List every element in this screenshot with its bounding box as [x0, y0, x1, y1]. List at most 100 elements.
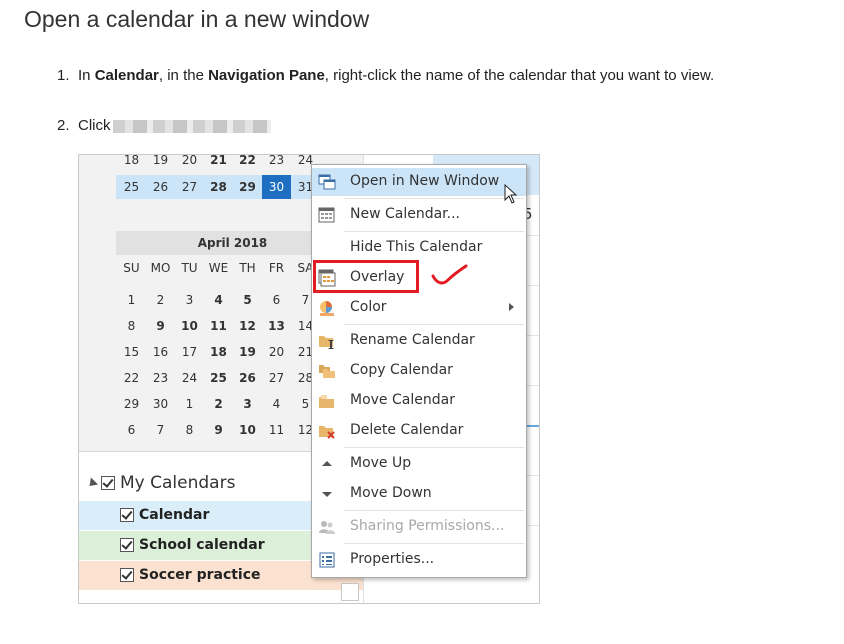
menu-item-label: Rename Calendar: [350, 332, 475, 348]
checkbox[interactable]: [101, 476, 115, 490]
menu-item-open-new-window[interactable]: Open in New Window: [312, 168, 526, 196]
step-text: Click: [78, 117, 111, 134]
day-cell[interactable]: 13: [262, 315, 291, 337]
day-cell[interactable]: 2: [204, 393, 233, 415]
day-cell[interactable]: 26: [146, 176, 175, 198]
day-cell[interactable]: 9: [146, 315, 175, 337]
day-cell[interactable]: 18: [117, 155, 146, 171]
menu-item-hide-calendar[interactable]: Hide This Calendar: [312, 234, 526, 262]
submenu-arrow-icon: [509, 303, 514, 311]
day-cell[interactable]: 30: [146, 393, 175, 415]
menu-item-label: Hide This Calendar: [350, 239, 483, 255]
menu-item-new-calendar[interactable]: New Calendar...: [312, 201, 526, 229]
context-menu: Open in New Window New Calendar... Hide …: [311, 164, 527, 578]
group-label: My Calendars: [120, 473, 236, 493]
day-cell[interactable]: 6: [262, 289, 291, 311]
day-cell[interactable]: 9: [204, 419, 233, 441]
day-cell-selected[interactable]: 30: [262, 176, 291, 198]
step-number: 2.: [57, 117, 70, 134]
day-cell[interactable]: 27: [175, 176, 204, 198]
checkbox[interactable]: [120, 508, 134, 522]
day-cell[interactable]: 22: [233, 155, 262, 171]
day-cell[interactable]: 8: [117, 315, 146, 337]
checkbox[interactable]: [120, 538, 134, 552]
day-cell[interactable]: 5: [233, 289, 262, 311]
menu-item-label: Copy Calendar: [350, 362, 453, 378]
collapse-triangle-icon[interactable]: [85, 476, 99, 490]
menu-item-label: Delete Calendar: [350, 422, 464, 438]
weekday-label: FR: [268, 261, 285, 275]
menu-item-copy-calendar[interactable]: Copy Calendar: [312, 357, 526, 385]
my-calendars-group[interactable]: My Calendars: [85, 473, 236, 493]
day-cell[interactable]: 16: [146, 341, 175, 363]
scrollbar-corner[interactable]: [341, 583, 359, 601]
day-cell[interactable]: 4: [204, 289, 233, 311]
menu-separator: [344, 447, 524, 448]
day-cell[interactable]: 15: [117, 341, 146, 363]
day-cell[interactable]: 19: [146, 155, 175, 171]
day-cell[interactable]: 19: [233, 341, 262, 363]
day-cell[interactable]: 18: [204, 341, 233, 363]
step-text: , right-click the name of the calendar t…: [324, 67, 715, 84]
arrow-down-icon: [322, 492, 332, 497]
menu-item-move-down[interactable]: Move Down: [312, 480, 526, 508]
calendar-item-label: School calendar: [139, 537, 265, 553]
checkbox[interactable]: [120, 568, 134, 582]
menu-separator: [344, 543, 524, 544]
menu-item-label: New Calendar...: [350, 206, 461, 222]
menu-item-delete-calendar[interactable]: Delete Calendar: [312, 417, 526, 445]
day-cell[interactable]: 25: [204, 367, 233, 389]
day-cell[interactable]: 1: [175, 393, 204, 415]
day-cell[interactable]: 25: [117, 176, 146, 198]
menu-item-move-calendar[interactable]: Move Calendar: [312, 387, 526, 415]
menu-item-label: Open in New Window: [350, 173, 500, 189]
day-cell[interactable]: 4: [262, 393, 291, 415]
calendar-item-label: Soccer practice: [139, 567, 261, 583]
day-cell[interactable]: 21: [204, 155, 233, 171]
day-cell[interactable]: 28: [204, 176, 233, 198]
day-cell[interactable]: 3: [175, 289, 204, 311]
day-cell[interactable]: 17: [175, 341, 204, 363]
menu-item-rename-calendar[interactable]: Rename Calendar: [312, 327, 526, 355]
new-calendar-icon: [318, 207, 335, 223]
day-cell[interactable]: 8: [175, 419, 204, 441]
day-cell[interactable]: 29: [117, 393, 146, 415]
step-2: 2. Click: [57, 117, 271, 134]
day-cell[interactable]: 7: [146, 419, 175, 441]
weekday-label: TH: [239, 261, 256, 275]
step-bold-nav-pane: Navigation Pane: [208, 67, 325, 84]
weekday-label: TU: [181, 261, 198, 275]
day-cell[interactable]: 29: [233, 176, 262, 198]
day-cell[interactable]: 6: [117, 419, 146, 441]
menu-item-color[interactable]: Color: [312, 294, 526, 322]
move-folder-icon: [319, 395, 334, 408]
day-cell[interactable]: 11: [204, 315, 233, 337]
menu-item-sharing-permissions[interactable]: Sharing Permissions...: [312, 513, 526, 541]
menu-item-label: Properties...: [350, 551, 435, 567]
day-cell[interactable]: 22: [117, 367, 146, 389]
day-cell[interactable]: 27: [262, 367, 291, 389]
day-cell[interactable]: 3: [233, 393, 262, 415]
menu-separator: [344, 231, 524, 232]
day-cell[interactable]: 2: [146, 289, 175, 311]
day-cell[interactable]: 11: [262, 419, 291, 441]
day-cell[interactable]: 26: [233, 367, 262, 389]
day-cell[interactable]: 1: [117, 289, 146, 311]
day-cell[interactable]: 12: [233, 315, 262, 337]
menu-item-label: Move Down: [350, 485, 432, 501]
menu-separator: [344, 198, 524, 199]
red-check-annotation-icon: [431, 264, 468, 285]
menu-item-label: Move Up: [350, 455, 412, 471]
menu-item-properties[interactable]: Properties...: [312, 546, 526, 574]
properties-icon: [319, 552, 335, 568]
day-cell[interactable]: 23: [262, 155, 291, 171]
step-number: 1.: [57, 67, 70, 84]
blurred-text: [112, 119, 271, 133]
day-cell[interactable]: 10: [233, 419, 262, 441]
day-cell[interactable]: 20: [262, 341, 291, 363]
day-cell[interactable]: 10: [175, 315, 204, 337]
menu-item-move-up[interactable]: Move Up: [312, 450, 526, 478]
day-cell[interactable]: 23: [146, 367, 175, 389]
day-cell[interactable]: 20: [175, 155, 204, 171]
day-cell[interactable]: 24: [175, 367, 204, 389]
